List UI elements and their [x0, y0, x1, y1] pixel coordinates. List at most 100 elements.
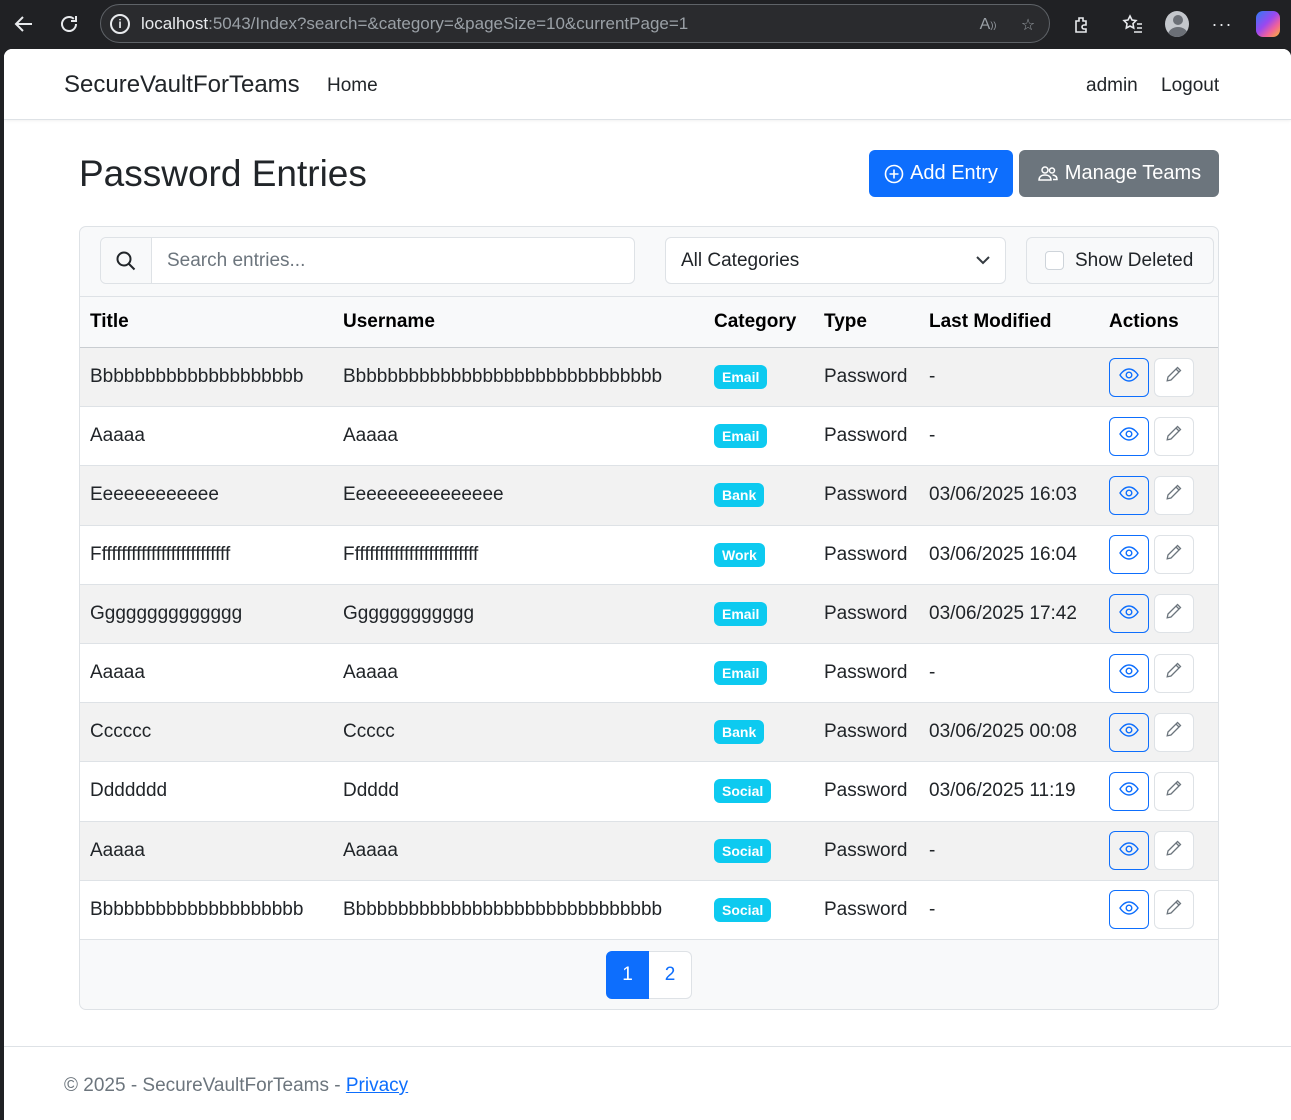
view-button[interactable]: [1109, 890, 1149, 930]
favorites-list-icon[interactable]: [1121, 12, 1145, 36]
view-button[interactable]: [1109, 653, 1149, 693]
edit-button[interactable]: [1154, 653, 1194, 693]
cell-type: Password: [824, 702, 929, 763]
edit-button[interactable]: [1154, 712, 1194, 752]
manage-teams-button[interactable]: Manage Teams: [1019, 150, 1219, 197]
cell-title: Bbbbbbbbbbbbbbbbbbbb: [80, 347, 343, 408]
edit-button[interactable]: [1154, 475, 1194, 515]
show-deleted-checkbox[interactable]: [1045, 251, 1064, 270]
edit-button[interactable]: [1154, 357, 1194, 397]
extensions-icon[interactable]: [1070, 12, 1094, 36]
favorite-star-icon[interactable]: ☆: [1017, 14, 1039, 36]
cell-title: Eeeeeeeeeeee: [80, 465, 343, 526]
table-row: Fffffffffffffffffffffffffff Fffffffffffff…: [80, 525, 1218, 585]
category-badge: Work: [714, 542, 765, 567]
cell-category: Bank: [714, 702, 824, 763]
nav-user[interactable]: admin: [1086, 75, 1138, 97]
eye-icon: [1119, 780, 1139, 802]
category-badge: Social: [714, 779, 772, 804]
pencil-icon: [1165, 543, 1183, 567]
eye-icon: [1119, 603, 1139, 625]
view-button[interactable]: [1109, 771, 1149, 811]
pencil-icon: [1165, 483, 1183, 507]
column-header-type: Type: [824, 296, 929, 348]
cell-last-modified: 03/06/2025 16:03: [929, 465, 1109, 526]
cell-type: Password: [824, 880, 929, 940]
refresh-icon[interactable]: [57, 12, 81, 36]
copilot-icon[interactable]: [1256, 11, 1280, 37]
column-header-last-modified: Last Modified: [929, 296, 1109, 348]
column-header-actions: Actions: [1109, 296, 1218, 348]
nav-logout[interactable]: Logout: [1161, 75, 1219, 97]
nav-link-home[interactable]: Home: [327, 75, 378, 97]
site-info-icon[interactable]: i: [110, 13, 130, 34]
plus-circle-icon: [884, 164, 904, 183]
cell-last-modified: -: [929, 821, 1109, 881]
pencil-icon: [1165, 424, 1183, 448]
address-bar[interactable]: i localhost:5043/Index?search=&category=…: [100, 4, 1050, 43]
pencil-icon: [1165, 720, 1183, 744]
cell-type: Password: [824, 465, 929, 526]
cell-actions: [1109, 465, 1218, 526]
cell-title: Aaaaa: [80, 643, 343, 704]
category-badge: Social: [714, 838, 772, 863]
view-button[interactable]: [1109, 357, 1149, 397]
back-icon[interactable]: [12, 12, 36, 36]
privacy-link[interactable]: Privacy: [346, 1075, 408, 1096]
edit-button[interactable]: [1154, 535, 1194, 575]
view-button[interactable]: [1109, 712, 1149, 752]
pencil-icon: [1165, 898, 1183, 922]
view-button[interactable]: [1109, 475, 1149, 515]
copyright-text: © 2025 - SecureVaultForTeams -: [64, 1075, 346, 1096]
browser-toolbar: i localhost:5043/Index?search=&category=…: [0, 0, 1291, 49]
cell-username: Aaaaa: [343, 406, 714, 467]
cell-username: Aaaaa: [343, 821, 714, 881]
pencil-icon: [1165, 779, 1183, 803]
category-select[interactable]: All Categories: [665, 237, 1006, 284]
page-link-2[interactable]: 2: [649, 951, 692, 999]
pencil-icon: [1165, 839, 1183, 863]
entries-table: Title Username Category Type Last Modifi…: [80, 296, 1218, 940]
profile-avatar[interactable]: [1165, 11, 1189, 37]
cell-actions: [1109, 525, 1218, 585]
edit-button[interactable]: [1154, 771, 1194, 811]
category-badge: Email: [714, 365, 768, 390]
cell-actions: [1109, 347, 1218, 408]
search-icon: [101, 238, 152, 283]
read-aloud-icon[interactable]: A)): [977, 14, 999, 36]
eye-icon: [1119, 544, 1139, 566]
more-menu-icon[interactable]: ···: [1210, 12, 1234, 36]
cell-title: Gggggggggggggg: [80, 584, 343, 644]
eye-icon: [1119, 899, 1139, 921]
entries-card: All Categories Show Deleted Title Userna…: [79, 226, 1219, 1010]
cell-last-modified: 03/06/2025 11:19: [929, 761, 1109, 822]
url-text[interactable]: localhost:5043/Index?search=&category=&p…: [141, 14, 688, 34]
view-button[interactable]: [1109, 594, 1149, 634]
edit-button[interactable]: [1154, 890, 1194, 930]
view-button[interactable]: [1109, 535, 1149, 575]
search-input[interactable]: [152, 238, 634, 283]
edit-button[interactable]: [1154, 416, 1194, 456]
view-button[interactable]: [1109, 831, 1149, 871]
cell-last-modified: -: [929, 880, 1109, 940]
cell-type: Password: [824, 347, 929, 408]
cell-category: Email: [714, 643, 824, 704]
category-badge: Bank: [714, 720, 765, 745]
cell-actions: [1109, 406, 1218, 467]
page-link-1[interactable]: 1: [606, 951, 649, 999]
pencil-icon: [1165, 602, 1183, 626]
cell-category: Social: [714, 880, 824, 940]
table-row: Aaaaa Aaaaa Email Password -: [80, 643, 1218, 704]
add-entry-button[interactable]: Add Entry: [869, 150, 1013, 197]
edit-button[interactable]: [1154, 831, 1194, 871]
people-icon: [1038, 165, 1058, 181]
cell-type: Password: [824, 406, 929, 467]
cell-actions: [1109, 584, 1218, 644]
footer: © 2025 - SecureVaultForTeams - Privacy: [4, 1046, 1291, 1120]
cell-category: Work: [714, 525, 824, 585]
navbar-brand[interactable]: SecureVaultForTeams: [64, 71, 300, 99]
cell-last-modified: 03/06/2025 17:42: [929, 584, 1109, 644]
view-button[interactable]: [1109, 416, 1149, 456]
show-deleted-toggle[interactable]: Show Deleted: [1026, 237, 1214, 284]
edit-button[interactable]: [1154, 594, 1194, 634]
